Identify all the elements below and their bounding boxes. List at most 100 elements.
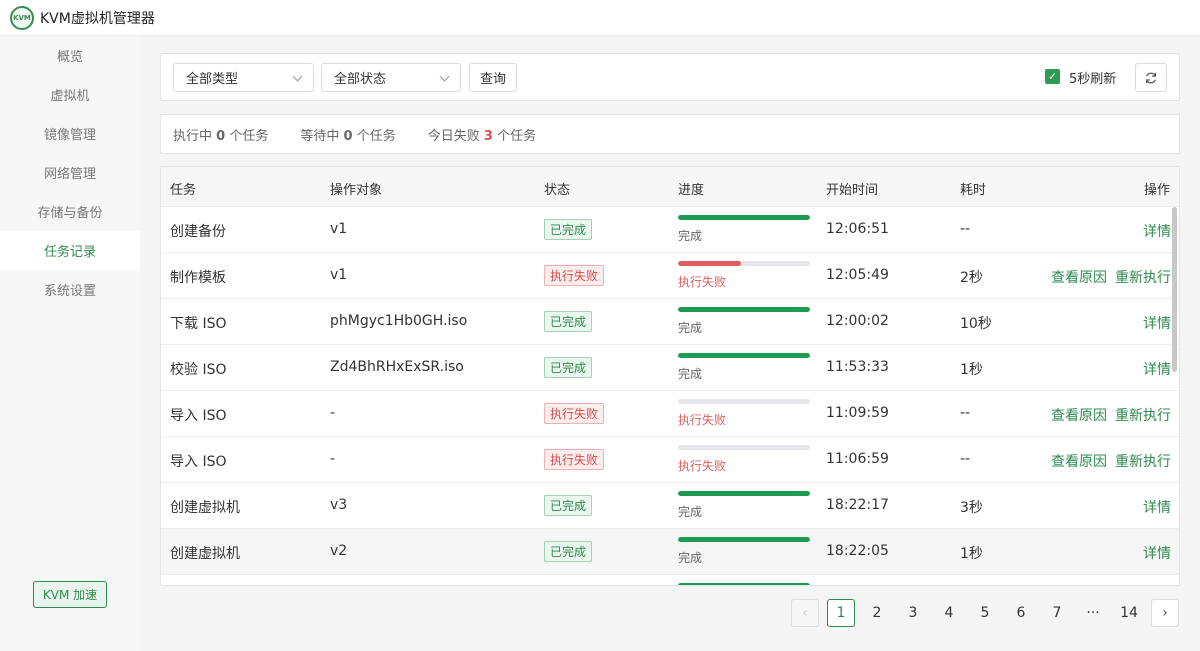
view-reason-link[interactable]: 查看原因: [1051, 267, 1107, 287]
progress-fill: [678, 583, 810, 585]
progress-label: 执行失败: [678, 275, 727, 289]
progress-bar: [678, 583, 810, 585]
task-target: v2: [330, 543, 348, 559]
task-name: 导入 ISO: [170, 454, 227, 470]
start-time: 18:22:05: [826, 543, 889, 559]
header-start-time: 开始时间: [826, 183, 879, 198]
task-type-select[interactable]: 全部类型: [173, 63, 314, 92]
chevron-right-icon: ›: [1162, 605, 1168, 621]
progress-bar: [678, 445, 810, 450]
prev-page-button[interactable]: ‹: [791, 599, 819, 627]
next-page-button[interactable]: ›: [1151, 599, 1179, 627]
auto-refresh-checkbox[interactable]: ✓: [1045, 69, 1060, 84]
sidebar-item-images[interactable]: 镜像管理: [0, 114, 140, 153]
task-table: 任务 操作对象 状态 进度 开始时间 耗时 操作 创建备份 v1 已完成 完成 12:0…: [160, 166, 1180, 586]
page-button[interactable]: 7: [1043, 599, 1071, 627]
start-time: 11:53:33: [826, 359, 889, 375]
scrollbar-thumb[interactable]: [1172, 207, 1177, 372]
duration: --: [960, 451, 971, 467]
progress-label: 完成: [678, 367, 703, 381]
table-row[interactable]: 校验 ISO Zd4BhRHxExSR.iso 已完成 完成 11:53:33 1秒 详情: [161, 345, 1179, 391]
progress-label: 完成: [678, 229, 703, 243]
progress-label: 执行失败: [678, 459, 727, 473]
title-bar: KVM KVM虚拟机管理器: [0, 0, 1200, 36]
details-link[interactable]: 详情: [1143, 359, 1171, 379]
progress-bar: [678, 353, 810, 358]
progress-label: 执行失败: [678, 413, 727, 427]
table-row[interactable]: 创建虚拟机 v3 已完成 完成 18:22:17 3秒 详情: [161, 483, 1179, 529]
duration: 3秒: [960, 500, 983, 516]
progress-fill: [678, 353, 810, 358]
failed-today-stat: 今日失败 3 个任务: [427, 128, 537, 144]
check-icon: ✓: [1047, 70, 1058, 83]
progress-bar: [678, 215, 810, 220]
page-button[interactable]: 1: [827, 599, 855, 627]
sidebar-item-task-records[interactable]: 任务记录: [0, 231, 140, 270]
waiting-stat: 等待中 0 个任务: [300, 128, 396, 144]
details-link[interactable]: 详情: [1143, 313, 1171, 333]
table-row[interactable]: 创建备份 v1 已完成 完成 12:06:51 -- 详情: [161, 207, 1179, 253]
chevron-left-icon: ‹: [802, 605, 808, 621]
task-target: -: [330, 405, 336, 421]
sidebar-item-system-settings[interactable]: 系统设置: [0, 270, 140, 309]
start-time: 12:00:02: [826, 313, 889, 329]
progress-label: 完成: [678, 321, 703, 335]
kvm-accel-button[interactable]: KVM 加速: [33, 581, 107, 608]
filter-bar: 全部类型 全部状态 查询 ✓ 5秒刷新: [160, 53, 1180, 101]
page-button[interactable]: 2: [863, 599, 891, 627]
retry-link[interactable]: 重新执行: [1115, 405, 1171, 425]
task-name: 制作模板: [170, 270, 226, 286]
table-row[interactable]: 下载 ISO phMgyc1Hb0GH.iso 已完成 完成 12:00:02 10秒 详情: [161, 299, 1179, 345]
table-row[interactable]: 导入 ISO - 执行失败 执行失败 11:09:59 -- 查看原因 重新执行: [161, 391, 1179, 437]
progress-fill: [678, 537, 810, 542]
sidebar-item-overview[interactable]: 概览: [0, 36, 140, 75]
header-duration: 耗时: [960, 183, 987, 198]
sidebar-item-storage-backup[interactable]: 存储与备份: [0, 192, 140, 231]
retry-link[interactable]: 重新执行: [1115, 451, 1171, 471]
status-badge: 已完成: [544, 311, 593, 332]
kvm-logo-icon: KVM: [10, 5, 34, 30]
sidebar-item-network[interactable]: 网络管理: [0, 153, 140, 192]
view-reason-link[interactable]: 查看原因: [1051, 405, 1107, 425]
task-target: -: [330, 451, 336, 467]
details-link[interactable]: 详情: [1143, 543, 1171, 563]
status-badge: 已完成: [544, 541, 593, 562]
progress-fill: [678, 307, 810, 312]
status-badge: 已完成: [544, 495, 593, 516]
table-row[interactable]: 制作模板 v1 执行失败 执行失败 12:05:49 2秒 查看原因 重新执行: [161, 253, 1179, 299]
task-target: phMgyc1Hb0GH.iso: [330, 313, 468, 329]
query-button[interactable]: 查询: [469, 63, 517, 92]
status-badge: 执行失败: [544, 449, 605, 470]
retry-link[interactable]: 重新执行: [1115, 267, 1171, 287]
refresh-icon: [1146, 72, 1156, 83]
page-ellipsis: ···: [1086, 605, 1100, 621]
start-time: 11:09:59: [826, 405, 889, 421]
page-button[interactable]: 6: [1007, 599, 1035, 627]
progress-label: 完成: [678, 505, 703, 519]
header-progress: 进度: [678, 183, 705, 198]
refresh-button[interactable]: [1135, 63, 1167, 92]
task-name: 导入 ISO: [170, 408, 227, 424]
app-title: KVM虚拟机管理器: [40, 10, 155, 27]
details-link[interactable]: 详情: [1143, 221, 1171, 241]
page-button[interactable]: 5: [971, 599, 999, 627]
task-target: v1: [330, 221, 348, 237]
table-row[interactable]: [161, 575, 1179, 585]
auto-refresh-label[interactable]: 5秒刷新: [1069, 68, 1116, 87]
details-link[interactable]: 详情: [1143, 497, 1171, 517]
sidebar-item-vms[interactable]: 虚拟机: [0, 75, 140, 114]
duration: --: [960, 221, 971, 237]
table-scrollbar[interactable]: [1172, 207, 1178, 585]
view-reason-link[interactable]: 查看原因: [1051, 451, 1107, 471]
table-row[interactable]: 导入 ISO - 执行失败 执行失败 11:06:59 -- 查看原因 重新执行: [161, 437, 1179, 483]
progress-label: 完成: [678, 551, 703, 565]
task-name: 创建虚拟机: [170, 500, 240, 516]
progress-bar: [678, 537, 810, 542]
table-row[interactable]: 创建虚拟机 v2 已完成 完成 18:22:05 1秒 详情: [161, 529, 1179, 575]
page-button[interactable]: 14: [1115, 599, 1143, 627]
page-button[interactable]: 3: [899, 599, 927, 627]
page-button[interactable]: 4: [935, 599, 963, 627]
task-target: Zd4BhRHxExSR.iso: [330, 359, 464, 375]
task-status-select[interactable]: 全部状态: [321, 63, 461, 92]
status-badge: 已完成: [544, 219, 593, 240]
